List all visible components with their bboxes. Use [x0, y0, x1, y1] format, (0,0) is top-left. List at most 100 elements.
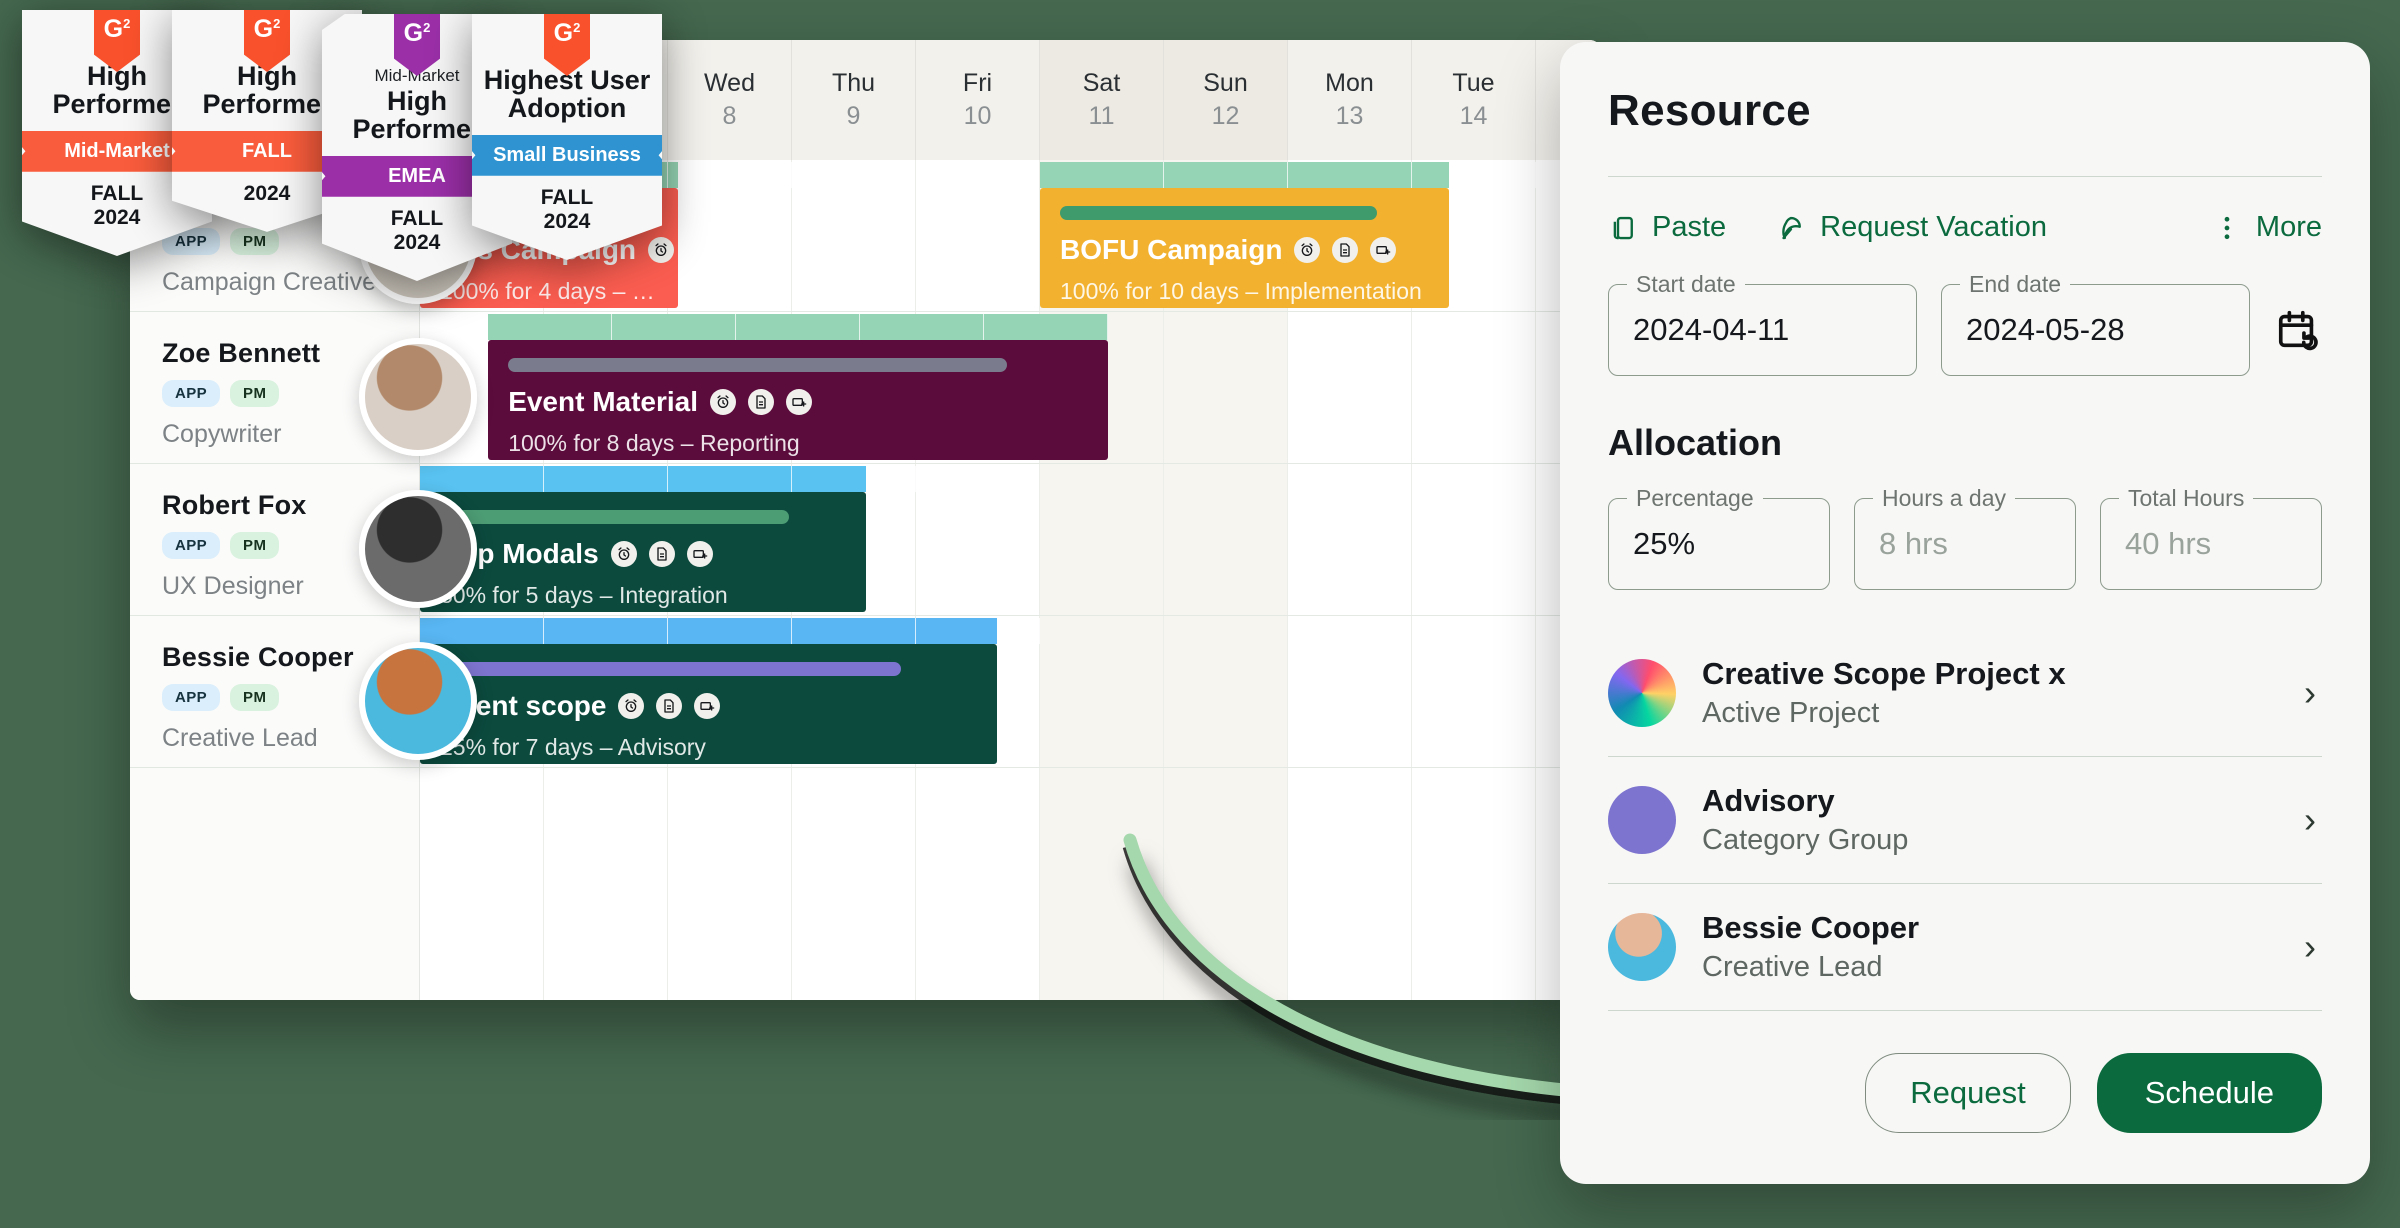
day-name: Fri [962, 69, 993, 97]
task-subtitle: 80% for 5 days – Integration [440, 582, 728, 608]
badge-ribbon: Small Business [472, 134, 662, 176]
calendar-refresh-icon[interactable] [2274, 307, 2322, 353]
task-subtitle: 100% for 8 days – Reporting [508, 430, 800, 456]
chevron-right-icon[interactable]: › [2304, 799, 2322, 841]
resource-row[interactable]: Bessie Cooper APP PM Creative Lead [130, 616, 477, 768]
task-bar-app-modals[interactable]: App Modals 80% for 5 days – Integration [420, 492, 867, 612]
day-name: Sun [1203, 69, 1248, 97]
vacation-icon [1776, 213, 1806, 243]
day-number: 8 [722, 102, 737, 130]
day-header-sun-12[interactable]: Sun 12 [1164, 40, 1288, 160]
allocation-fields: Percentage 25% Hours a day 8 hrs Total H… [1608, 485, 2322, 590]
progress-pill [440, 662, 902, 676]
start-date-label: Start date [1627, 271, 1745, 298]
tag-pm: PM [230, 532, 280, 559]
list-item-text: Advisory Category Group [1702, 783, 2278, 857]
day-header-wed-8[interactable]: Wed 8 [668, 40, 792, 160]
list-item-title: Bessie Cooper [1702, 910, 1920, 945]
end-date-field[interactable]: End date 2024-05-28 [1941, 271, 2250, 376]
tag-app: APP [162, 380, 221, 407]
chevron-right-icon[interactable]: › [2304, 926, 2322, 968]
day-header-fri-10[interactable]: Fri 10 [916, 40, 1040, 160]
panel-actions: Request Schedule [1608, 1053, 2322, 1133]
day-number: 9 [846, 102, 861, 130]
task-subtitle: 100% for 10 days – Implementation [1060, 278, 1422, 304]
availability-strip [1040, 162, 1536, 188]
avatar [1608, 659, 1676, 727]
add-board-icon[interactable] [686, 541, 713, 567]
document-icon[interactable] [648, 541, 675, 567]
paste-button[interactable]: Paste [1608, 211, 1726, 244]
day-name: Sat [1082, 69, 1121, 97]
document-icon[interactable] [748, 389, 775, 415]
day-header-tue-14[interactable]: Tue 14 [1412, 40, 1536, 160]
total-hours-field[interactable]: Total Hours 40 hrs [2100, 485, 2322, 590]
total-hours-label: Total Hours [2119, 485, 2254, 512]
start-date-field[interactable]: Start date 2024-04-11 [1608, 271, 1917, 376]
date-fields: Start date 2024-04-11 End date 2024-05-2… [1608, 271, 2322, 376]
task-title: Client scope [440, 690, 977, 722]
task-bar-bofu-campaign[interactable]: BOFU Campaign 100% for 10 days – Impleme… [1040, 188, 1450, 308]
task-subtitle: 100% for 4 days – Implement… [440, 278, 658, 304]
list-item-creative-scope-project-x[interactable]: Creative Scope Project x Active Project … [1608, 630, 2322, 757]
resource-row[interactable]: Zoe Bennett APP PM Copywriter [130, 312, 477, 464]
add-board-icon[interactable] [1370, 237, 1397, 263]
document-icon[interactable] [656, 693, 683, 719]
day-column[interactable] [916, 160, 1040, 1000]
total-hours-value: 40 hrs [2125, 526, 2212, 561]
day-header-thu-9[interactable]: Thu 9 [792, 40, 916, 160]
progress-pill [508, 358, 1007, 372]
day-name: Thu [831, 69, 876, 97]
badge-body: G2 Highest User Adoption Small Business F… [472, 14, 662, 260]
more-button[interactable]: More [2212, 211, 2322, 244]
task-subtitle: 25% for 7 days – Advisory [440, 734, 706, 760]
tag-pm: PM [230, 684, 280, 711]
alarm-icon[interactable] [1294, 237, 1321, 263]
day-number: 14 [1459, 102, 1488, 130]
schedule-button[interactable]: Schedule [2096, 1053, 2322, 1133]
list-item-advisory[interactable]: Advisory Category Group › [1608, 757, 2322, 884]
chevron-right-icon[interactable]: › [2304, 672, 2322, 714]
document-icon[interactable] [1332, 237, 1359, 263]
tag-pm: PM [230, 228, 280, 255]
hours-a-day-field[interactable]: Hours a day 8 hrs [1854, 485, 2076, 590]
list-item-bessie-cooper[interactable]: Bessie Cooper Creative Lead › [1608, 884, 2322, 1011]
assignment-list: Creative Scope Project x Active Project … [1608, 630, 2322, 1011]
list-item-subtitle: Creative Lead [1702, 951, 1883, 983]
start-date-value: 2024-04-11 [1633, 312, 1790, 347]
paste-icon [1608, 213, 1638, 243]
tag-pm: PM [230, 380, 280, 407]
availability-strip [420, 466, 916, 492]
percentage-value: 25% [1633, 526, 1696, 561]
day-header-sat-11[interactable]: Sat 11 [1040, 40, 1164, 160]
day-header-mon-13[interactable]: Mon 13 [1288, 40, 1412, 160]
tag-app: APP [162, 684, 221, 711]
alarm-icon[interactable] [618, 693, 645, 719]
avatar[interactable] [359, 642, 477, 760]
g2-badge-highest-user-adoption-small-business: G2 Highest User Adoption Small Business F… [472, 14, 662, 260]
percentage-field[interactable]: Percentage 25% [1608, 485, 1830, 590]
alarm-icon[interactable] [610, 541, 637, 567]
resource-row[interactable]: Robert Fox APP PM UX Designer [130, 464, 477, 616]
day-number: 11 [1088, 102, 1115, 130]
day-name: Tue [1452, 69, 1495, 97]
panel-toolbar: Paste Request Vacation More [1608, 211, 2322, 244]
hours-a-day-label: Hours a day [1873, 485, 2016, 512]
list-item-text: Bessie Cooper Creative Lead [1702, 910, 2278, 984]
day-name: Wed [704, 69, 755, 97]
request-vacation-button[interactable]: Request Vacation [1776, 211, 2047, 244]
list-item-title: Advisory [1702, 783, 1835, 818]
task-title: App Modals [440, 538, 846, 570]
task-bar-client-scope[interactable]: Client scope 25% for 7 days – Advisory [420, 644, 997, 764]
alarm-icon[interactable] [710, 389, 737, 415]
list-item-title: Creative Scope Project x [1702, 656, 2066, 691]
list-item-subtitle: Active Project [1702, 697, 1880, 729]
add-board-icon[interactable] [694, 693, 721, 719]
add-board-icon[interactable] [786, 389, 813, 415]
avatar[interactable] [359, 338, 477, 456]
avatar [1608, 913, 1676, 981]
avatar[interactable] [359, 490, 477, 608]
task-bar-event-material[interactable]: Event Material 100% for 8 days – Reporti… [488, 340, 1109, 460]
request-button[interactable]: Request [1865, 1053, 2071, 1133]
percentage-label: Percentage [1627, 485, 1763, 512]
